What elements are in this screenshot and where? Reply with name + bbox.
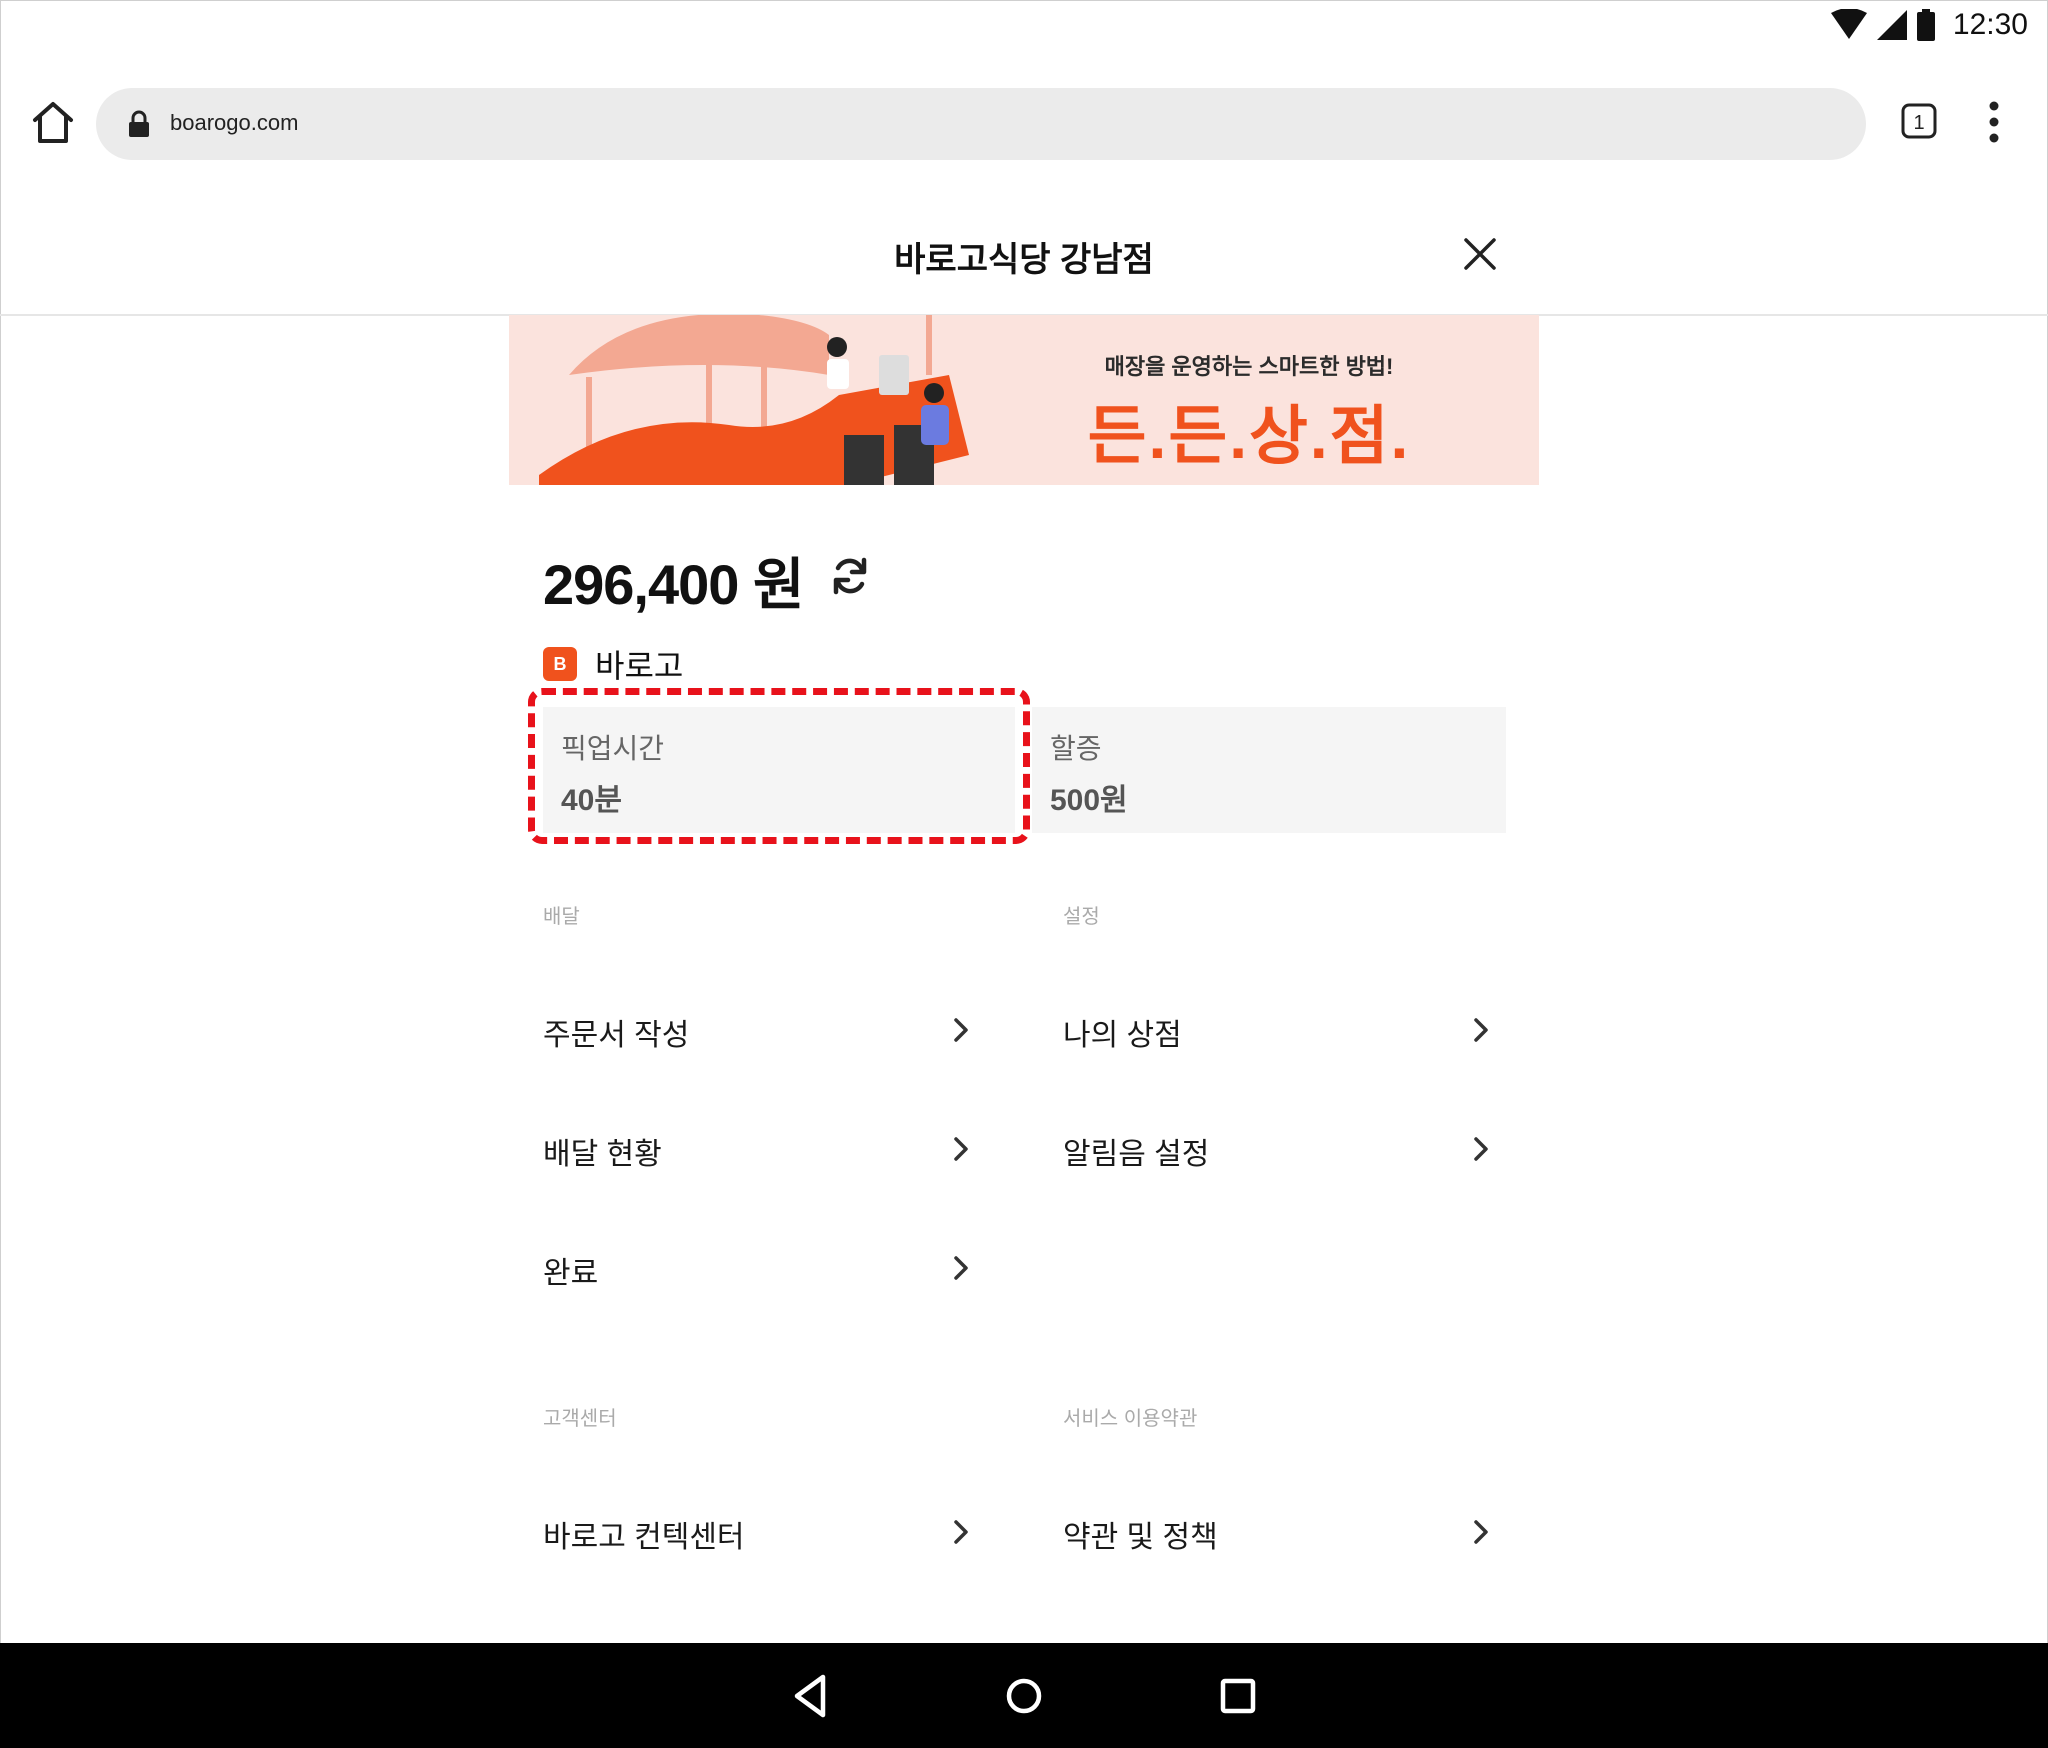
menu-item-label: 알림음 설정 bbox=[1063, 1138, 1210, 1171]
refresh-icon[interactable] bbox=[828, 554, 872, 598]
lock-icon bbox=[129, 110, 149, 137]
barogo-logo-icon: B bbox=[543, 647, 577, 681]
chevron-right-icon bbox=[1474, 1520, 1488, 1544]
section-label-delivery: 배달 bbox=[543, 906, 580, 928]
url-text: boarogo.com bbox=[170, 110, 299, 135]
back-icon[interactable] bbox=[787, 1671, 837, 1721]
menu-item-completed[interactable]: 완료 bbox=[543, 1228, 973, 1308]
home-circle-icon[interactable] bbox=[999, 1671, 1049, 1721]
menu-item-label: 주문서 작성 bbox=[543, 1019, 690, 1052]
menu-item-label: 완료 bbox=[543, 1257, 599, 1290]
highlight-annotation bbox=[528, 688, 1030, 844]
system-nav-bar bbox=[0, 1643, 2048, 1748]
menu-item-label: 배달 현황 bbox=[543, 1138, 662, 1171]
tabs-icon: 1 bbox=[1901, 103, 1937, 139]
menu-item-label: 바로고 컨텍센터 bbox=[543, 1521, 745, 1554]
overflow-menu-icon[interactable] bbox=[1980, 100, 2008, 144]
banner-subtitle: 매장을 운영하는 스마트한 방법! bbox=[1104, 354, 1394, 379]
menu-item-my-store[interactable]: 나의 상점 bbox=[1063, 990, 1493, 1070]
close-icon[interactable] bbox=[1462, 236, 1498, 272]
surcharge-label: 할증 bbox=[1050, 733, 1102, 764]
menu-item-label: 나의 상점 bbox=[1063, 1019, 1182, 1052]
page-header: 바로고식당 강남점 bbox=[0, 196, 2048, 316]
section-label-settings: 설정 bbox=[1063, 906, 1100, 928]
battery-icon bbox=[1916, 9, 1935, 41]
browser-toolbar: boarogo.com 1 bbox=[0, 80, 2048, 168]
store-illustration bbox=[539, 315, 969, 485]
menu-item-create-order[interactable]: 주문서 작성 bbox=[543, 990, 973, 1070]
page-title: 바로고식당 강남점 bbox=[894, 241, 1154, 279]
brand-name: 바로고 bbox=[595, 648, 684, 684]
chevron-right-icon bbox=[954, 1520, 968, 1544]
chevron-right-icon bbox=[1474, 1018, 1488, 1042]
chevron-right-icon bbox=[954, 1137, 968, 1161]
menu-item-terms-policy[interactable]: 약관 및 정책 bbox=[1063, 1492, 1493, 1572]
signal-icon bbox=[1876, 10, 1907, 40]
surcharge-value: 500원 bbox=[1050, 784, 1128, 817]
brand-row: B 바로고 bbox=[543, 642, 683, 686]
section-label-support: 고객센터 bbox=[543, 1408, 617, 1430]
menu-item-notification-sound[interactable]: 알림음 설정 bbox=[1063, 1109, 1493, 1189]
surcharge-box[interactable]: 할증 500원 bbox=[1032, 707, 1506, 833]
promo-banner[interactable]: 매장을 운영하는 스마트한 방법! 든.든.상.점. bbox=[509, 315, 1539, 485]
status-icons: 12:30 bbox=[1830, 8, 2028, 42]
balance-amount: 296,400 원 bbox=[543, 553, 805, 616]
recents-icon[interactable] bbox=[1213, 1671, 1263, 1721]
chevron-right-icon bbox=[954, 1256, 968, 1280]
home-icon[interactable] bbox=[28, 98, 78, 148]
menu-item-delivery-status[interactable]: 배달 현황 bbox=[543, 1109, 973, 1189]
status-time: 12:30 bbox=[1952, 8, 2028, 41]
banner-headline: 든.든.상.점. bbox=[1087, 400, 1411, 472]
status-bar: 12:30 bbox=[0, 0, 2048, 56]
chevron-right-icon bbox=[1474, 1137, 1488, 1161]
wifi-icon bbox=[1830, 9, 1867, 39]
menu-item-contact-center[interactable]: 바로고 컨텍센터 bbox=[543, 1492, 973, 1572]
tab-count: 1 bbox=[1913, 112, 1924, 134]
tab-switcher-button[interactable]: 1 bbox=[1900, 102, 1938, 140]
url-bar[interactable]: boarogo.com bbox=[96, 88, 1866, 160]
section-label-terms: 서비스 이용약관 bbox=[1063, 1408, 1198, 1430]
chevron-right-icon bbox=[954, 1018, 968, 1042]
menu-item-label: 약관 및 정책 bbox=[1063, 1521, 1218, 1554]
